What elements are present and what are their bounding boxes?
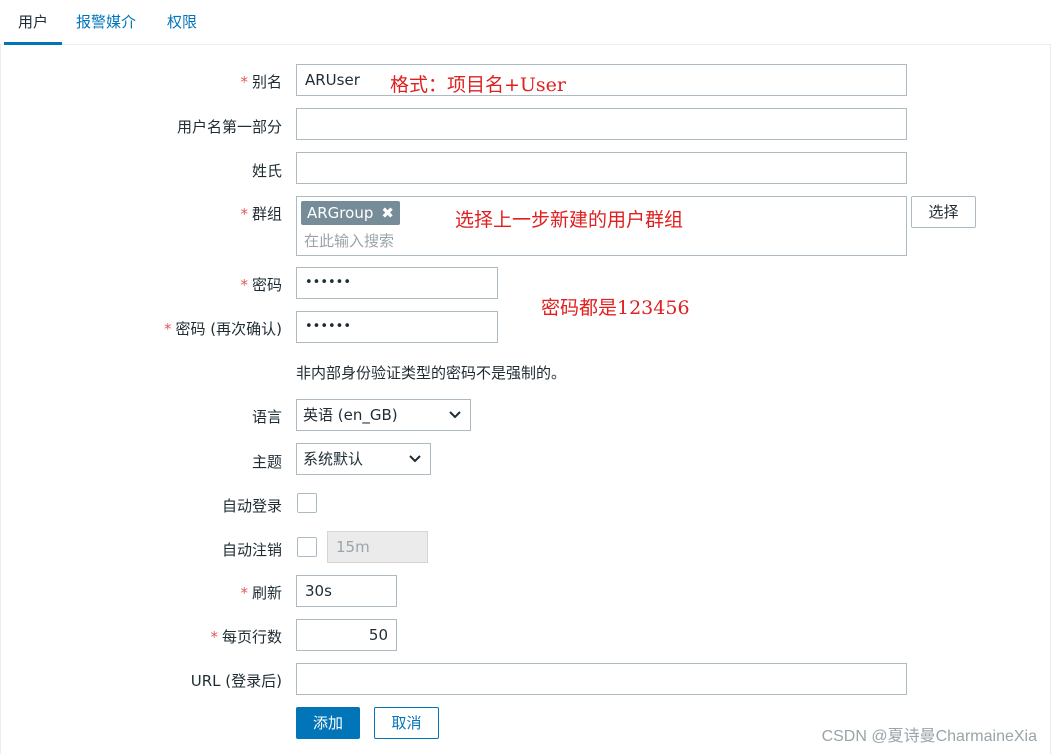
groups-label: * 群组 [240, 205, 282, 223]
group-chip: ARGroup ✖ [301, 201, 400, 225]
language-select[interactable]: 英语 (en_GB) [296, 399, 471, 431]
password-label: * 密码 [240, 276, 282, 294]
groups-select-button[interactable]: 选择 [911, 196, 976, 228]
surname-input[interactable] [296, 152, 907, 184]
required-marker: * [240, 276, 248, 294]
rows-per-page-input[interactable]: 50 [296, 619, 397, 651]
language-label: 语言 [251, 408, 282, 426]
tab-user[interactable]: 用户 [4, 0, 63, 45]
tab-media[interactable]: 报警媒介 [76, 0, 136, 42]
theme-select[interactable]: 系统默认 [296, 443, 431, 475]
name-input[interactable] [296, 108, 907, 140]
alias-label: * 别名 [240, 73, 282, 91]
language-select-value: 英语 (en_GB) [303, 406, 398, 424]
autologout-label: 自动注销 [221, 541, 282, 559]
required-marker: * [240, 73, 248, 91]
close-icon[interactable]: ✖ [381, 204, 394, 222]
autologout-input: 15m [327, 531, 428, 563]
password-confirm-label: * 密码 (再次确认) [164, 320, 282, 338]
refresh-label: * 刷新 [240, 584, 282, 602]
chevron-down-icon [448, 400, 462, 442]
add-button[interactable]: 添加 [296, 707, 360, 739]
tab-bar: 用户 报警媒介 权限 [0, 0, 1051, 45]
form-panel [0, 44, 1051, 754]
alias-input[interactable]: ARUser [296, 64, 907, 96]
password-annotation: 密码都是123456 [541, 297, 690, 319]
rows-per-page-label: * 每页行数 [210, 628, 282, 646]
autologin-checkbox[interactable] [297, 493, 317, 513]
group-chip-label: ARGroup [307, 204, 374, 222]
url-label: URL (登录后) [190, 672, 282, 690]
required-marker: * [240, 584, 248, 602]
alias-annotation: 格式：项目名+User [390, 74, 567, 96]
refresh-input[interactable]: 30s [296, 575, 397, 607]
group-annotation: 选择上一步新建的用户群组 [455, 209, 684, 231]
autologout-checkbox[interactable] [297, 537, 317, 557]
password-input[interactable]: •••••• [296, 267, 498, 299]
chevron-down-icon [408, 444, 422, 486]
theme-label: 主题 [251, 453, 282, 471]
theme-select-value: 系统默认 [303, 450, 364, 468]
url-input[interactable] [296, 663, 907, 695]
watermark: CSDN @夏诗曼CharmaineXia [821, 728, 1037, 745]
required-marker: * [164, 320, 172, 338]
password-note: 非内部身份验证类型的密码不是强制的。 [296, 364, 567, 382]
surname-label: 姓氏 [251, 162, 282, 180]
tab-permissions[interactable]: 权限 [167, 0, 197, 42]
groups-search-input[interactable]: 在此输入搜索 [304, 230, 394, 251]
name-label: 用户名第一部分 [176, 118, 282, 136]
cancel-button[interactable]: 取消 [374, 707, 439, 739]
password-confirm-input[interactable]: •••••• [296, 311, 498, 343]
required-marker: * [210, 628, 218, 646]
required-marker: * [240, 205, 248, 223]
autologin-label: 自动登录 [221, 497, 282, 515]
